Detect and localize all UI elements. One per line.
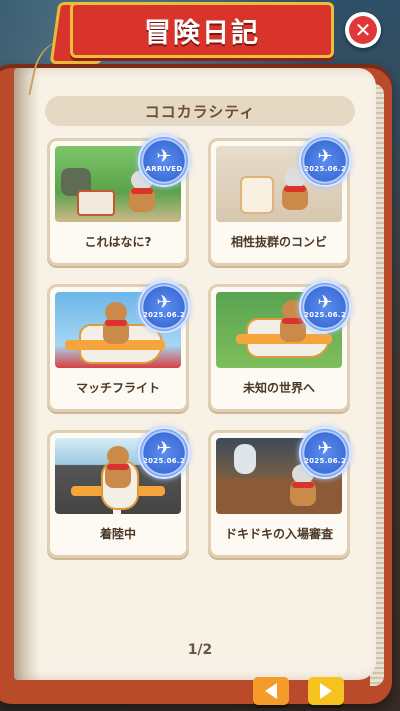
plane-icon: ✈	[317, 292, 333, 313]
entry-label: マッチフライト	[75, 381, 160, 395]
date-stamp: ✈ 2025.06.2	[299, 135, 351, 187]
page-indicator: 1/2	[187, 642, 213, 658]
diary-grid: ✈ ARRIVED これはなに? ✈ 2025.06.2 相性抜群のコンビ ✈ …	[47, 135, 353, 558]
entry-label: これはなに?	[84, 235, 152, 249]
plane-icon: ✈	[156, 438, 172, 459]
arrived-stamp: ✈ ARRIVED	[138, 135, 190, 187]
plane-icon: ✈	[156, 146, 172, 167]
entry-label: 着陸中	[99, 527, 136, 541]
diary-entry-card[interactable]: ✈ ARRIVED これはなに?	[47, 135, 190, 266]
diary-entry-card[interactable]: ✈ 2025.06.2 相性抜群のコンビ	[208, 135, 351, 266]
arrow-right-icon	[320, 683, 332, 699]
diary-entry-card[interactable]: ✈ 2025.06.2 未知の世界へ	[208, 281, 351, 412]
entry-label: 相性抜群のコンビ	[230, 235, 327, 249]
entry-label: 未知の世界へ	[242, 381, 315, 395]
entry-label: ドキドキの入場審査	[224, 527, 333, 541]
diary-entry-card[interactable]: ✈ 2025.06.2 マッチフライト	[47, 281, 190, 412]
prev-page-button[interactable]	[253, 677, 289, 705]
date-stamp: ✈ 2025.06.2	[138, 281, 190, 333]
next-page-button[interactable]	[308, 677, 344, 705]
date-stamp: ✈ 2025.06.2	[299, 281, 351, 333]
diary-entry-card[interactable]: ✈ 2025.06.2 着陸中	[47, 427, 190, 558]
date-stamp: ✈ 2025.06.2	[299, 427, 351, 479]
plane-icon: ✈	[156, 292, 172, 313]
plane-icon: ✈	[317, 146, 333, 167]
arrow-left-icon	[265, 683, 277, 699]
date-stamp: ✈ 2025.06.2	[138, 427, 190, 479]
close-icon: ✕	[349, 16, 377, 44]
plane-icon: ✈	[317, 438, 333, 459]
close-button[interactable]: ✕	[345, 12, 381, 48]
diary-entry-card[interactable]: ✈ 2025.06.2 ドキドキの入場審査	[208, 427, 351, 558]
header-banner: 冒険日記	[70, 2, 334, 58]
page-title: 冒険日記	[144, 17, 260, 49]
chapter-title: ココカラシティ	[45, 96, 355, 126]
